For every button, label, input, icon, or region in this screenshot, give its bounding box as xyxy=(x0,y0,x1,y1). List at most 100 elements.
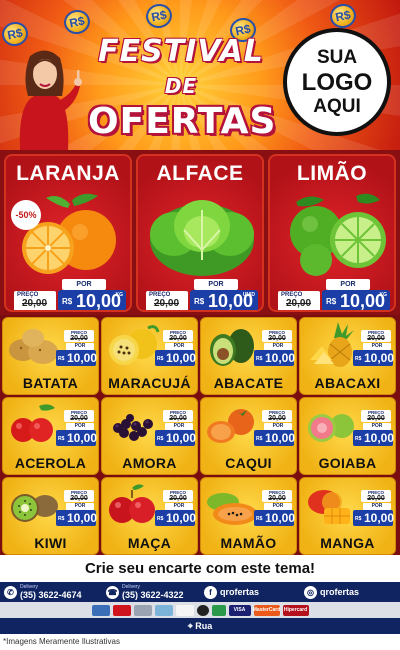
price-tag: PREÇO 20,00 POR R$ 10,00 xyxy=(353,490,395,526)
pineapple-icon xyxy=(310,322,354,367)
kiwi-icon xyxy=(11,494,58,522)
product-name: CAQUI xyxy=(225,455,272,471)
old-price: PREÇO 20,00 xyxy=(146,291,188,310)
old-price: PREÇO 20,00 xyxy=(163,490,193,502)
por-label: POR xyxy=(194,279,238,290)
product-name: GOIABA xyxy=(318,455,377,471)
featured-card-limao[interactable]: LIMÃO POR PREÇO 20,00 R$ 10,00 KG xyxy=(268,154,396,312)
contact-facebook[interactable]: f qrofertas xyxy=(204,584,259,600)
price-tag: PREÇO 20,00 POR R$ 10,00 xyxy=(353,410,395,446)
product-name: MAÇA xyxy=(127,535,172,551)
old-price: PREÇO 20,00 xyxy=(262,330,292,342)
logo-line-3: AQUI xyxy=(313,95,361,117)
contact-instagram[interactable]: ◎ qrofertas xyxy=(304,584,359,600)
price-tag: POR PREÇO 20,00 R$ 10,00 KG xyxy=(14,279,126,310)
mastercard-icon: MasterCard xyxy=(253,604,280,616)
product-card-abacaxi[interactable]: PREÇO 20,00 POR R$ 10,00 ABACAXI xyxy=(299,317,396,395)
promo-banner[interactable]: Crie seu encarte com este tema! xyxy=(6,557,394,581)
title-ofertas: OFERTAS xyxy=(88,101,277,142)
product-card-abacate[interactable]: PREÇO 20,00 POR R$ 10,00 ABACATE xyxy=(200,317,297,395)
product-name: LIMÃO xyxy=(296,162,368,185)
product-card-goiaba[interactable]: PREÇO 20,00 POR R$ 10,00 GOIABA xyxy=(299,397,396,475)
product-card-batata[interactable]: PREÇO 20,00 POR R$ 10,00 BATATA xyxy=(2,317,99,395)
price-tag: PREÇO 20,00 POR R$ 10,00 xyxy=(56,330,98,366)
facebook-icon: f xyxy=(204,585,217,599)
product-grid: PREÇO 20,00 POR R$ 10,00 BATATA PREÇO 20,00… xyxy=(0,315,400,555)
woman-pointing-illustration xyxy=(19,50,82,150)
product-card-mamao[interactable]: PREÇO 20,00 POR R$ 10,00 MAMÃO xyxy=(200,477,297,555)
phone-icon: ☎ xyxy=(106,585,119,599)
product-name: AMORA xyxy=(122,455,177,471)
product-name: ABACAXI xyxy=(314,375,381,391)
visa-icon: VISA xyxy=(228,604,251,616)
product-card-amora[interactable]: PREÇO 20,00 POR R$ 10,00 AMORA xyxy=(101,397,198,475)
elo-icon xyxy=(196,604,209,616)
acerola-icon xyxy=(11,404,55,442)
avocado-icon xyxy=(210,329,254,366)
lime-icon xyxy=(290,193,386,276)
old-price: PREÇO 20,00 xyxy=(262,490,292,502)
old-price: PREÇO 20,00 xyxy=(163,410,193,422)
contact-phone[interactable]: ☎ Delivery (35) 3622-4322 xyxy=(106,584,184,600)
contact-whatsapp[interactable]: ✆ Delivery (35) 3622-4674 xyxy=(4,584,82,600)
old-price: PREÇO 20,00 xyxy=(64,490,94,502)
new-price: R$ 10,00 xyxy=(254,510,296,526)
passion-fruit-icon xyxy=(109,325,160,365)
product-name: ALFACE xyxy=(156,162,244,185)
old-price: PREÇO 20,00 xyxy=(361,410,391,422)
new-price: R$ 10,00 xyxy=(56,430,98,446)
featured-card-alface[interactable]: ALFACE POR PREÇO 20,00 R$ 10,00 UNID xyxy=(136,154,264,312)
logo-line-2: LOGO xyxy=(301,68,373,96)
blackberry-icon xyxy=(113,414,153,441)
new-price: R$ 10,00 KG xyxy=(322,290,390,310)
product-card-maca[interactable]: PREÇO 20,00 POR R$ 10,00 MAÇA xyxy=(101,477,198,555)
logo-placeholder: SUA LOGO AQUI xyxy=(283,28,391,136)
product-card-acerola[interactable]: PREÇO 20,00 POR R$ 10,00 ACEROLA xyxy=(2,397,99,475)
mango-icon xyxy=(308,490,350,524)
product-card-maracuja[interactable]: PREÇO 20,00 POR R$ 10,00 MARACUJÁ xyxy=(101,317,198,395)
price-tag: PREÇO 20,00 POR R$ 10,00 xyxy=(155,330,197,366)
product-name: MARACUJÁ xyxy=(108,375,191,391)
por-label: POR xyxy=(326,279,370,290)
address-text: Rua xyxy=(195,621,213,631)
whatsapp-icon: ✆ xyxy=(4,585,17,599)
price-tag: PREÇO 20,00 POR R$ 10,00 xyxy=(155,490,197,526)
address-bar[interactable]: ⌖ Rua xyxy=(0,618,400,634)
old-price: PREÇO 20,00 xyxy=(163,330,193,342)
card-icon xyxy=(175,604,194,616)
old-price: PREÇO 20,00 xyxy=(64,330,94,342)
new-price: R$ 10,00 xyxy=(353,430,395,446)
title-festival: FESTIVAL xyxy=(98,34,264,69)
apple-icon xyxy=(109,484,155,523)
product-card-manga[interactable]: PREÇO 20,00 POR R$ 10,00 MANGA xyxy=(299,477,396,555)
old-price: PREÇO 20,00 xyxy=(361,330,391,342)
disclaimer: *Imagens Meramente Ilustrativas xyxy=(3,637,120,646)
card-icon xyxy=(112,604,131,616)
old-price: PREÇO 20,00 xyxy=(64,410,94,422)
product-card-kiwi[interactable]: PREÇO 20,00 POR R$ 10,00 KIWI xyxy=(2,477,99,555)
product-name: KIWI xyxy=(34,535,67,551)
price-tag: PREÇO 20,00 POR R$ 10,00 xyxy=(56,410,98,446)
price-tag: PREÇO 20,00 POR R$ 10,00 xyxy=(254,410,296,446)
price-tag: PREÇO 20,00 POR R$ 10,00 xyxy=(254,490,296,526)
new-price: R$ 10,00 xyxy=(353,510,395,526)
product-name: MAMÃO xyxy=(220,535,277,551)
new-price: R$ 10,00 KG xyxy=(58,290,126,310)
header-banner: R$ R$ R$ R$ R$ FESTIVAL DE OFERTAS SUA L… xyxy=(0,0,400,150)
festival-title: FESTIVAL DE OFERTAS xyxy=(88,34,275,142)
por-label: POR xyxy=(62,279,106,290)
discount-badge: -50% xyxy=(11,200,41,230)
payment-methods: VISA MasterCard Hipercard xyxy=(0,602,400,618)
featured-card-laranja[interactable]: LARANJA -50% POR PREÇO 20,00 R$ 10,00 KG xyxy=(4,154,132,312)
new-price: R$ 10,00 xyxy=(155,350,197,366)
product-name: MANGA xyxy=(320,535,375,551)
potato-icon xyxy=(9,329,58,364)
product-card-caqui[interactable]: PREÇO 20,00 POR R$ 10,00 CAQUI xyxy=(200,397,297,475)
old-price: PREÇO 20,00 xyxy=(262,410,292,422)
location-pin-icon: ⌖ xyxy=(187,621,193,631)
price-tag: POR PREÇO 20,00 R$ 10,00 KG xyxy=(278,279,390,310)
guava-icon xyxy=(308,414,354,442)
price-tag: PREÇO 20,00 POR R$ 10,00 xyxy=(155,410,197,446)
price-tag: PREÇO 20,00 POR R$ 10,00 xyxy=(353,330,395,366)
card-icon xyxy=(133,604,152,616)
